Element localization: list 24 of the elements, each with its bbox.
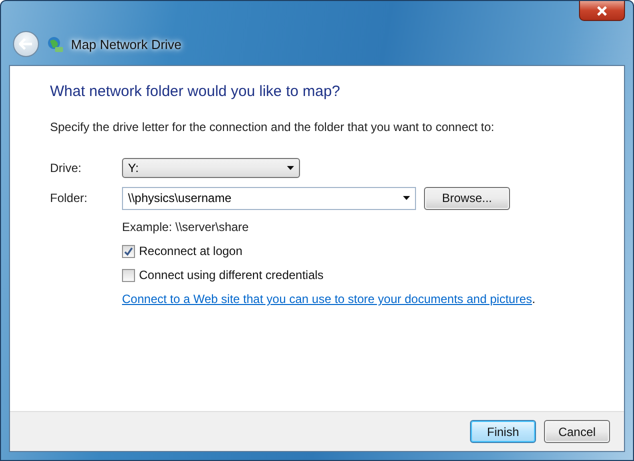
back-arrow-icon (19, 38, 33, 50)
checkbox[interactable] (122, 244, 135, 258)
period-text: . (532, 292, 536, 306)
cancel-button[interactable]: Cancel (544, 420, 610, 443)
web-site-link[interactable]: Connect to a Web site that you can use to store your documents and pictures (122, 292, 532, 306)
window-title: Map Network Drive (71, 36, 182, 52)
description-text: Specify the drive letter for the connection and the folder that you want to connect to: (50, 120, 496, 134)
back-button[interactable] (13, 31, 39, 57)
checkbox-label[interactable]: Connect using different credentials (139, 268, 324, 282)
drive-label: Drive: (50, 161, 82, 175)
page-heading: What network folder would you like to map? (50, 83, 342, 100)
checkbox[interactable] (122, 268, 135, 282)
dropdown-arrow-icon[interactable] (403, 196, 410, 200)
finish-button[interactable]: Finish (470, 420, 536, 443)
checkbox-label[interactable]: Reconnect at logon (139, 244, 242, 258)
folder-combo-field[interactable]: \\physics\username (122, 186, 416, 210)
drive-dropdown[interactable]: Y: (122, 158, 300, 178)
close-icon (596, 6, 608, 16)
example-text: Example: \\server\share (122, 220, 250, 234)
close-button[interactable] (579, 1, 625, 21)
browse-button[interactable]: Browse... (424, 186, 510, 210)
network-drive-icon (47, 36, 63, 52)
dropdown-arrow-icon[interactable] (287, 166, 294, 170)
folder-label: Folder: (50, 191, 88, 205)
